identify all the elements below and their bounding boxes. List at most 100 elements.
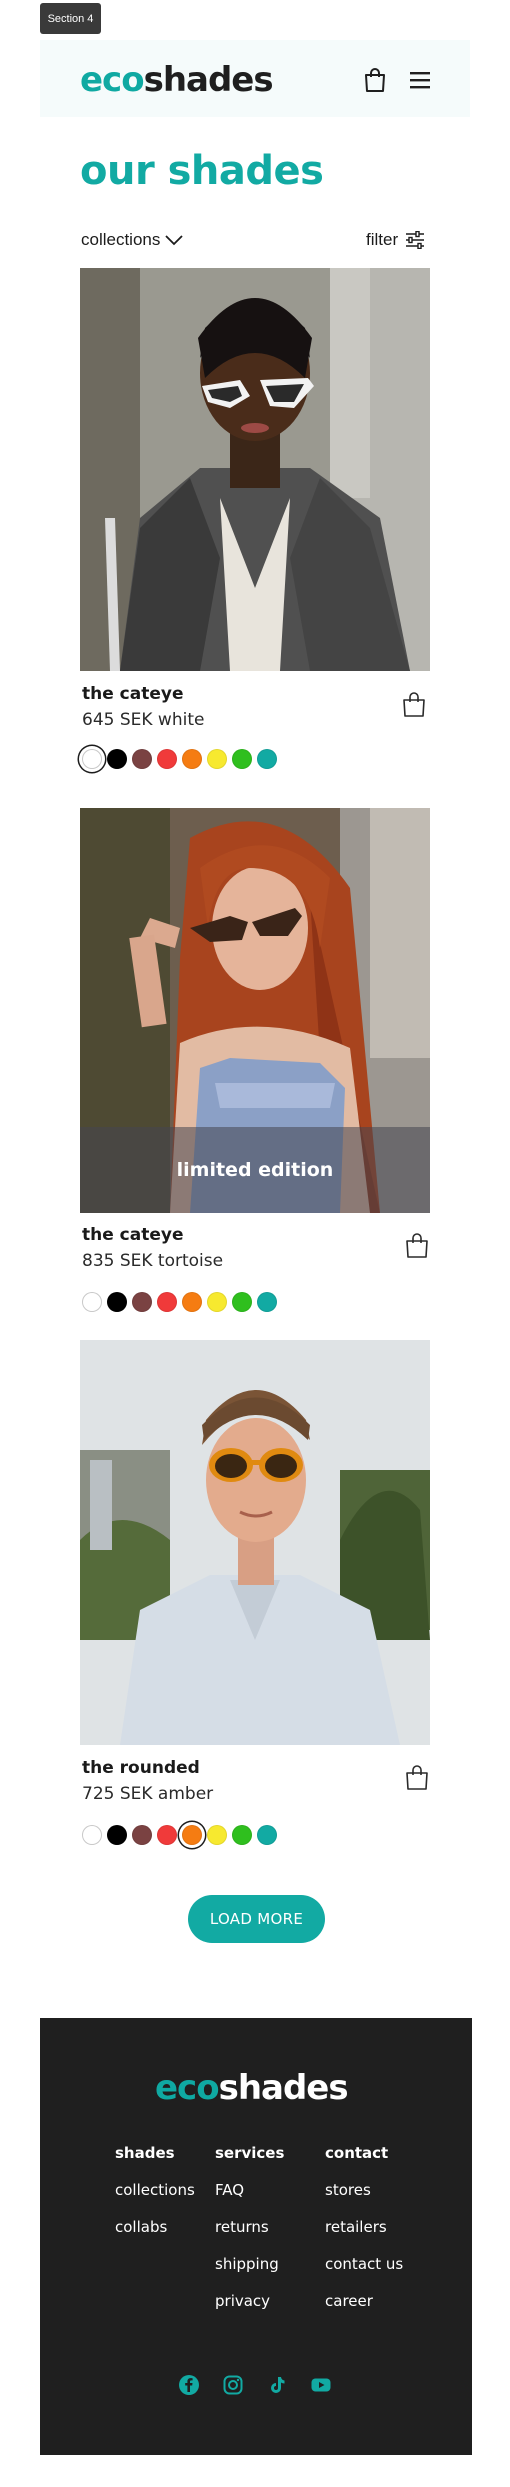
footer-link-collections[interactable]: collections: [115, 2181, 195, 2199]
color-swatch[interactable]: [79, 1289, 105, 1315]
color-swatch[interactable]: [154, 1289, 180, 1315]
color-swatch[interactable]: [179, 1289, 205, 1315]
site-footer: ecoshades shades collections collabs ser…: [40, 2018, 472, 2455]
sliders-icon: [406, 231, 425, 249]
color-swatch-dot: [182, 749, 202, 769]
product-price: 645 SEK white: [82, 710, 205, 730]
footer-link-shipping[interactable]: shipping: [215, 2255, 284, 2273]
color-swatches: [82, 1292, 277, 1312]
color-swatch[interactable]: [179, 746, 205, 772]
footer-link-stores[interactable]: stores: [325, 2181, 403, 2199]
footer-column-shades: shades collections collabs: [115, 2144, 195, 2255]
facebook-icon[interactable]: [179, 2375, 199, 2395]
footer-link-retailers[interactable]: retailers: [325, 2218, 403, 2236]
color-swatch[interactable]: [179, 1822, 205, 1848]
model-photo-woman-cateye: [80, 268, 430, 671]
social-links: [179, 2375, 331, 2395]
filter-button[interactable]: filter: [366, 229, 425, 251]
color-swatches: [82, 749, 277, 769]
add-to-bag-icon[interactable]: [402, 691, 426, 718]
color-swatch[interactable]: [229, 1289, 255, 1315]
color-swatch[interactable]: [129, 1822, 155, 1848]
color-swatch[interactable]: [79, 1822, 105, 1848]
limited-edition-banner: limited edition: [80, 1127, 430, 1213]
instagram-icon[interactable]: [223, 2375, 243, 2395]
color-swatch-dot: [232, 1292, 252, 1312]
footer-link-contact-us[interactable]: contact us: [325, 2255, 403, 2273]
product-photo[interactable]: [80, 1340, 430, 1745]
color-swatches: [82, 1825, 277, 1845]
color-swatch-dot: [132, 1825, 152, 1845]
footer-link-career[interactable]: career: [325, 2292, 403, 2310]
footer-column-contact: contact stores retailers contact us care…: [325, 2144, 403, 2329]
color-swatch[interactable]: [129, 746, 155, 772]
chevron-down-icon: [165, 235, 184, 246]
color-swatch[interactable]: [204, 1822, 230, 1848]
color-swatch[interactable]: [129, 1289, 155, 1315]
color-swatch-dot: [232, 749, 252, 769]
color-swatch[interactable]: [154, 746, 180, 772]
load-more-button[interactable]: LOAD MORE: [188, 1895, 325, 1943]
collections-dropdown[interactable]: collections: [81, 229, 184, 251]
color-swatch[interactable]: [104, 1289, 130, 1315]
color-swatch-dot: [232, 1825, 252, 1845]
color-swatch-dot: [132, 749, 152, 769]
menu-icon[interactable]: [408, 69, 432, 91]
product-name[interactable]: the cateye: [82, 1225, 184, 1245]
model-photo-man-amber: [80, 1340, 430, 1745]
footer-logo-eco-text: eco: [155, 2068, 220, 2108]
color-swatch[interactable]: [104, 746, 130, 772]
youtube-icon[interactable]: [311, 2375, 331, 2395]
color-swatch[interactable]: [204, 1289, 230, 1315]
color-swatch-dot: [182, 1292, 202, 1312]
color-swatch[interactable]: [229, 746, 255, 772]
footer-column-services: services FAQ returns shipping privacy: [215, 2144, 284, 2329]
product-name[interactable]: the rounded: [82, 1758, 200, 1778]
tiktok-icon[interactable]: [267, 2375, 287, 2395]
footer-link-privacy[interactable]: privacy: [215, 2292, 284, 2310]
shopping-bag-icon[interactable]: [363, 67, 387, 93]
logo-shades-text: shades: [143, 60, 274, 100]
color-swatch-dot: [207, 1292, 227, 1312]
footer-logo[interactable]: ecoshades: [155, 2068, 349, 2108]
color-swatch-dot: [157, 1825, 177, 1845]
color-swatch[interactable]: [254, 746, 280, 772]
color-swatch[interactable]: [254, 1822, 280, 1848]
site-header: ecoshades: [40, 40, 470, 117]
product-card[interactable]: the cateye 645 SEK white: [80, 268, 430, 778]
product-price: 835 SEK tortoise: [82, 1251, 224, 1271]
footer-column-title: services: [215, 2144, 285, 2162]
color-swatch-dot: [182, 1825, 202, 1845]
product-photo[interactable]: limited edition: [80, 808, 430, 1213]
color-swatch-dot: [132, 1292, 152, 1312]
add-to-bag-icon[interactable]: [405, 1232, 429, 1259]
footer-link-faq[interactable]: FAQ: [215, 2181, 284, 2199]
product-price: 725 SEK amber: [82, 1784, 214, 1804]
color-swatch[interactable]: [104, 1822, 130, 1848]
collections-label: collections: [81, 230, 161, 249]
site-logo[interactable]: ecoshades: [80, 60, 274, 100]
color-swatch-dot: [157, 1292, 177, 1312]
footer-link-collabs[interactable]: collabs: [115, 2218, 195, 2236]
product-card[interactable]: limited edition the cateye 835 SEK torto…: [80, 808, 430, 1318]
color-swatch[interactable]: [229, 1822, 255, 1848]
color-swatch-dot: [207, 1825, 227, 1845]
footer-column-title: contact: [325, 2144, 389, 2162]
color-swatch[interactable]: [154, 1822, 180, 1848]
footer-logo-shades-text: shades: [218, 2068, 349, 2108]
product-photo[interactable]: [80, 268, 430, 671]
color-swatch[interactable]: [204, 746, 230, 772]
color-swatch[interactable]: [79, 746, 105, 772]
color-swatch-dot: [82, 1825, 102, 1845]
color-swatch-dot: [257, 1825, 277, 1845]
color-swatch-dot: [107, 749, 127, 769]
footer-link-returns[interactable]: returns: [215, 2218, 284, 2236]
filter-label: filter: [366, 230, 399, 249]
color-swatch[interactable]: [254, 1289, 280, 1315]
product-name[interactable]: the cateye: [82, 684, 184, 704]
add-to-bag-icon[interactable]: [405, 1764, 429, 1791]
color-swatch-dot: [82, 1292, 102, 1312]
color-swatch-dot: [257, 749, 277, 769]
color-swatch-dot: [82, 749, 102, 769]
product-card[interactable]: the rounded 725 SEK amber: [80, 1340, 430, 1850]
